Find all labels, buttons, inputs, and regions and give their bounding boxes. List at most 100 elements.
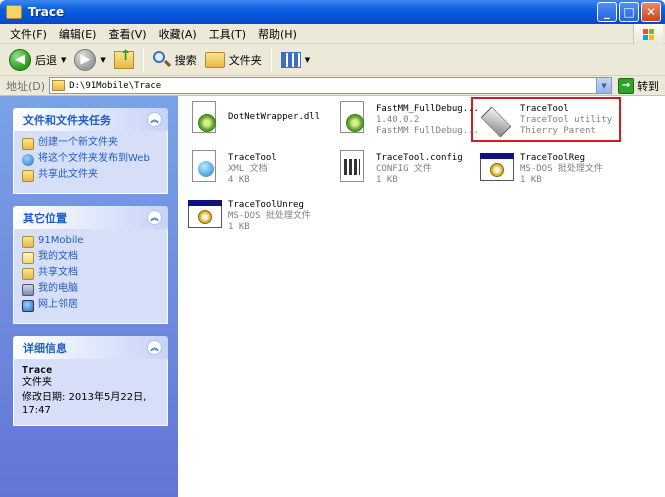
- batch-file-icon: [478, 149, 514, 185]
- menu-view[interactable]: 查看(V): [102, 26, 152, 42]
- file-name: FastMM_FullDebug...: [376, 104, 479, 114]
- new-folder-icon: [22, 138, 34, 150]
- title-bar: Trace _ □ ✕: [0, 0, 665, 24]
- search-label: 搜索: [174, 53, 197, 67]
- file-item-tracetool-exe[interactable]: TraceTool TraceTool utility Thierry Pare…: [478, 100, 626, 144]
- address-input[interactable]: D:\91Mobile\Trace ▼: [49, 77, 613, 94]
- folder-icon: [22, 236, 34, 248]
- back-label: 后退: [35, 53, 57, 67]
- publish-web-icon: [22, 154, 34, 166]
- place-shared-documents[interactable]: 共享文档: [22, 267, 159, 280]
- task-pane: 文件和文件夹任务 ︽ 创建一个新文件夹 将这个文件夹发布到Web 共享此文件夹 …: [0, 96, 178, 497]
- place-label: 91Mobile: [38, 235, 84, 246]
- collapse-icon[interactable]: ︽: [147, 340, 162, 355]
- places-panel-header[interactable]: 其它位置 ︽: [13, 206, 168, 229]
- tracetool-app-icon: [478, 100, 514, 138]
- details-panel-header[interactable]: 详细信息 ︽: [13, 336, 168, 359]
- file-type: XML 文档: [228, 164, 268, 174]
- folder-icon: [6, 5, 22, 19]
- shared-documents-icon: [22, 268, 34, 280]
- detail-type: 文件夹: [22, 377, 52, 388]
- menu-file[interactable]: 文件(F): [4, 26, 53, 42]
- menu-tools[interactable]: 工具(T): [203, 26, 252, 42]
- toolbar-separator: [270, 47, 272, 72]
- file-item-tracetoolreg[interactable]: TraceToolReg MS-DOS 批处理文件 1 KB: [478, 149, 626, 193]
- tasks-panel-header[interactable]: 文件和文件夹任务 ︽: [13, 108, 168, 131]
- detail-modified: 修改日期: 2013年5月22日, 17:47: [22, 392, 147, 416]
- folders-label: 文件夹: [228, 53, 262, 67]
- place-label: 共享文档: [38, 267, 78, 278]
- folder-icon: [52, 80, 66, 91]
- menu-edit[interactable]: 编辑(E): [53, 26, 103, 42]
- my-documents-icon: [22, 252, 34, 264]
- task-new-folder[interactable]: 创建一个新文件夹: [22, 137, 159, 150]
- toolbar-separator: [142, 47, 144, 72]
- file-company: Thierry Parent: [520, 126, 596, 136]
- file-size: 4 KB: [228, 175, 250, 185]
- back-arrow-icon: ◀: [9, 48, 31, 71]
- address-label: 地址(D): [6, 79, 46, 93]
- dll-file-icon: [186, 100, 222, 136]
- collapse-icon[interactable]: ︽: [147, 112, 162, 127]
- file-name: TraceTool: [228, 153, 277, 163]
- file-type: CONFIG 文件: [376, 164, 432, 174]
- my-computer-icon: [22, 284, 34, 296]
- batch-file-icon: [186, 196, 222, 232]
- task-share-folder[interactable]: 共享此文件夹: [22, 169, 159, 182]
- file-name: TraceTool: [520, 104, 569, 114]
- task-label: 创建一个新文件夹: [38, 137, 118, 148]
- address-dropdown-button[interactable]: ▼: [596, 78, 612, 93]
- file-item-tracetool-xml[interactable]: TraceTool XML 文档 4 KB: [186, 149, 334, 193]
- go-label: 转到: [637, 79, 660, 93]
- menu-help[interactable]: 帮助(H): [252, 26, 303, 42]
- toolbar: ◀ 后退 ▼ ▶ ▼ ↑ 搜索 文件夹 ▼: [0, 44, 665, 76]
- forward-arrow-icon: ▶: [74, 48, 97, 71]
- network-places-icon: [22, 300, 34, 312]
- file-size: 1 KB: [520, 175, 542, 185]
- details-panel: 详细信息 ︽ Trace 文件夹 修改日期: 2013年5月22日, 17:47: [13, 336, 168, 426]
- up-folder-icon: ↑: [113, 48, 134, 69]
- places-panel: 其它位置 ︽ 91Mobile 我的文档 共享文档 我的电脑 网上邻居: [13, 206, 168, 324]
- search-button[interactable]: 搜索: [150, 47, 200, 73]
- address-bar: 地址(D) D:\91Mobile\Trace ▼ → 转到: [0, 76, 665, 96]
- place-my-computer[interactable]: 我的电脑: [22, 283, 159, 296]
- minimize-button[interactable]: _: [597, 2, 617, 22]
- file-name: TraceToolReg: [520, 153, 586, 163]
- details-panel-title: 详细信息: [23, 341, 67, 355]
- close-button[interactable]: ✕: [641, 2, 661, 22]
- config-file-icon: [334, 149, 370, 185]
- place-network[interactable]: 网上邻居: [22, 299, 159, 312]
- place-label: 我的文档: [38, 251, 78, 262]
- go-arrow-icon: →: [618, 77, 635, 94]
- address-path: D:\91Mobile\Trace: [69, 80, 162, 91]
- up-folder-button[interactable]: ↑: [111, 47, 137, 73]
- file-item-fastmm[interactable]: FastMM_FullDebug... 1.40.0.2 FastMM Full…: [334, 100, 482, 144]
- collapse-icon[interactable]: ︽: [147, 210, 162, 225]
- detail-name: Trace: [22, 365, 53, 376]
- chevron-down-icon: ▼: [61, 55, 67, 64]
- file-item-dotnetwrapper[interactable]: DotNetWrapper.dll: [186, 100, 334, 144]
- maximize-button[interactable]: □: [619, 2, 639, 22]
- forward-button[interactable]: ▶ ▼: [71, 47, 108, 73]
- file-item-tracetool-config[interactable]: TraceTool.config CONFIG 文件 1 KB: [334, 149, 482, 193]
- chevron-down-icon: ▼: [100, 55, 106, 64]
- file-description: FastMM FullDebug...: [376, 126, 479, 136]
- place-91mobile[interactable]: 91Mobile: [22, 235, 159, 248]
- places-panel-title: 其它位置: [23, 211, 67, 225]
- views-button[interactable]: ▼: [278, 47, 313, 73]
- file-item-tracetoolunreg[interactable]: TraceToolUnreg MS-DOS 批处理文件 1 KB: [186, 196, 334, 240]
- go-button[interactable]: → 转到: [618, 77, 660, 94]
- xml-file-icon: [186, 149, 222, 185]
- dll-file-icon: [334, 100, 370, 136]
- place-my-documents[interactable]: 我的文档: [22, 251, 159, 264]
- tasks-panel: 文件和文件夹任务 ︽ 创建一个新文件夹 将这个文件夹发布到Web 共享此文件夹: [13, 108, 168, 194]
- task-label: 共享此文件夹: [38, 169, 98, 180]
- menu-favorites[interactable]: 收藏(A): [153, 26, 203, 42]
- share-folder-icon: [22, 170, 34, 182]
- task-publish-web[interactable]: 将这个文件夹发布到Web: [22, 153, 159, 166]
- chevron-down-icon: ▼: [304, 55, 311, 64]
- views-icon: [280, 51, 301, 68]
- back-button[interactable]: ◀ 后退 ▼: [6, 47, 69, 73]
- tasks-panel-title: 文件和文件夹任务: [23, 113, 111, 127]
- folders-button[interactable]: 文件夹: [202, 47, 265, 73]
